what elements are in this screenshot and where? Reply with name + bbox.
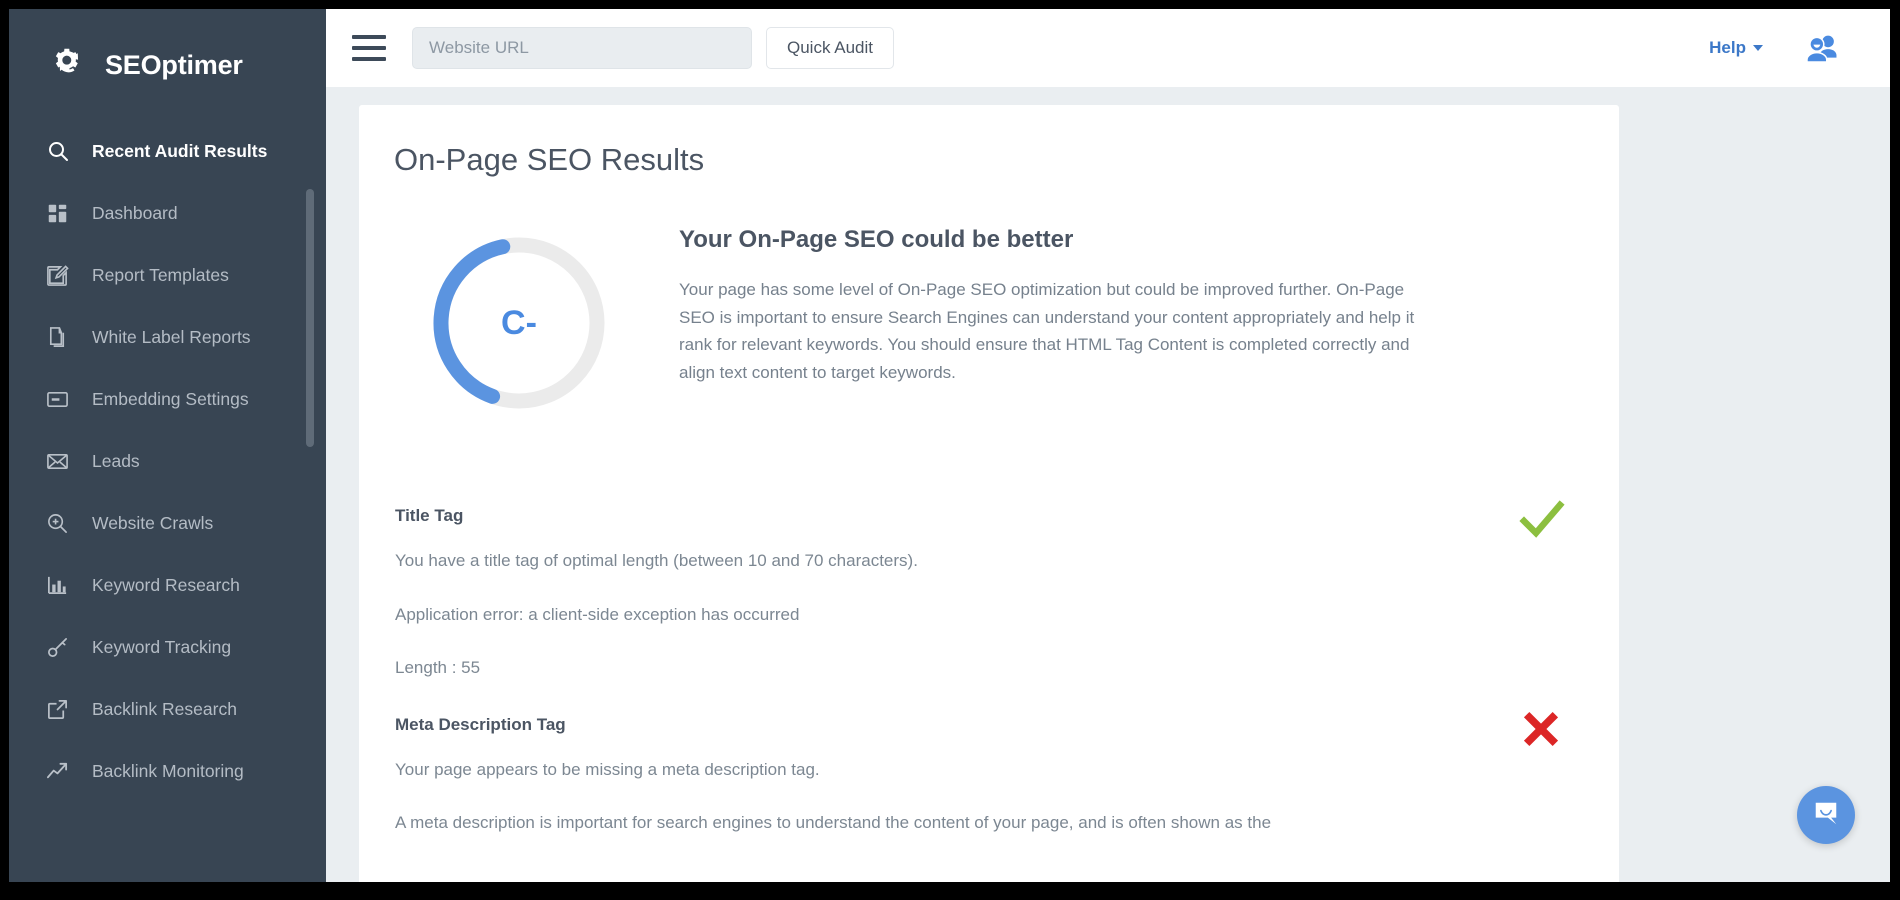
brand-logo[interactable]: SEOptimer [9, 9, 326, 95]
check-item-title-tag: Title Tag You have a title tag of optima… [395, 506, 1573, 681]
envelope-icon [45, 449, 70, 474]
quick-audit-button[interactable]: Quick Audit [766, 27, 894, 69]
sidebar-item-label: Recent Audit Results [92, 141, 267, 162]
page-title: On-Page SEO Results [359, 105, 1619, 178]
search-input[interactable] [412, 27, 752, 69]
sidebar-item-label: Report Templates [92, 265, 229, 286]
window-icon [45, 387, 70, 412]
sidebar-item-white-label-reports[interactable]: White Label Reports [9, 306, 326, 368]
window-frame-bottom [0, 882, 1900, 900]
trending-up-icon [45, 759, 70, 784]
brand-name: SEOptimer [105, 50, 243, 81]
sidebar-item-label: Backlink Research [92, 699, 237, 720]
sidebar-scrollbar-thumb[interactable] [306, 189, 314, 447]
sidebar-item-embedding-settings[interactable]: Embedding Settings [9, 368, 326, 430]
results-card: On-Page SEO Results C- Your On-Page SEO … [359, 105, 1619, 882]
red-cross-icon [1519, 707, 1565, 753]
check-line: Your page appears to be missing a meta d… [395, 757, 1453, 783]
sidebar: SEOptimer Recent Audit Results Dashboard [9, 9, 326, 882]
sidebar-item-label: Dashboard [92, 203, 178, 224]
sidebar-scrollbar-track[interactable] [312, 89, 320, 882]
sidebar-item-dashboard[interactable]: Dashboard [9, 182, 326, 244]
main-content: On-Page SEO Results C- Your On-Page SEO … [326, 87, 1891, 882]
sidebar-item-label: Leads [92, 451, 140, 472]
sidebar-item-label: Website Crawls [92, 513, 213, 534]
score-grade: C- [428, 232, 610, 414]
check-line: A meta description is important for sear… [395, 810, 1453, 836]
sidebar-item-label: Embedding Settings [92, 389, 249, 410]
sidebar-item-label: White Label Reports [92, 327, 251, 348]
hamburger-icon[interactable] [352, 35, 386, 61]
sidebar-item-backlink-monitoring[interactable]: Backlink Monitoring [9, 740, 326, 802]
bar-chart-icon [45, 573, 70, 598]
score-summary: C- Your On-Page SEO could be better Your… [359, 178, 1619, 414]
help-label: Help [1709, 38, 1746, 58]
window-frame-right [1890, 0, 1900, 900]
help-menu[interactable]: Help [1709, 38, 1763, 58]
grid-icon [45, 201, 70, 226]
search-icon [45, 139, 70, 164]
sidebar-item-report-templates[interactable]: Report Templates [9, 244, 326, 306]
key-icon [45, 635, 70, 660]
chat-bubble-smile-icon [1812, 799, 1840, 832]
score-gauge-wrap: C- [359, 226, 679, 414]
documents-icon [45, 325, 70, 350]
top-bar-right: Help [1709, 34, 1891, 62]
pencil-square-icon [45, 263, 70, 288]
sidebar-item-recent-audit-results[interactable]: Recent Audit Results [9, 120, 326, 182]
top-bar: Quick Audit Help [326, 9, 1891, 87]
green-check-icon [1519, 498, 1565, 544]
sidebar-item-label: Backlink Monitoring [92, 761, 244, 782]
sidebar-item-leads[interactable]: Leads [9, 430, 326, 492]
summary-body: Your page has some level of On-Page SEO … [679, 276, 1431, 386]
check-title: Meta Description Tag [395, 715, 1453, 735]
check-line: Length : 55 [395, 655, 1453, 681]
sidebar-nav: Recent Audit Results Dashboard Report Te… [9, 120, 326, 802]
window-frame-top [0, 0, 1900, 9]
sidebar-item-website-crawls[interactable]: Website Crawls [9, 492, 326, 554]
check-line: You have a title tag of optimal length (… [395, 548, 1453, 574]
magnifier-plus-icon [45, 511, 70, 536]
check-line: Application error: a client-side excepti… [395, 602, 1453, 628]
sidebar-item-label: Keyword Tracking [92, 637, 231, 658]
summary-text-col: Your On-Page SEO could be better Your pa… [679, 226, 1619, 414]
window-frame-left [0, 0, 9, 900]
score-gauge: C- [428, 232, 610, 414]
external-link-icon [45, 697, 70, 722]
chat-launcher-button[interactable] [1797, 786, 1855, 844]
chevron-down-icon [1753, 45, 1763, 51]
check-title: Title Tag [395, 506, 1453, 526]
sidebar-item-backlink-research[interactable]: Backlink Research [9, 678, 326, 740]
app-screen: SEOptimer Recent Audit Results Dashboard [0, 0, 1900, 900]
sidebar-item-keyword-tracking[interactable]: Keyword Tracking [9, 616, 326, 678]
gear-logo-icon [49, 43, 93, 87]
summary-heading: Your On-Page SEO could be better [679, 226, 1573, 254]
check-item-meta-description-tag: Meta Description Tag Your page appears t… [395, 715, 1573, 836]
users-avatar-icon[interactable] [1805, 34, 1839, 62]
sidebar-item-keyword-research[interactable]: Keyword Research [9, 554, 326, 616]
sidebar-item-label: Keyword Research [92, 575, 240, 596]
checks-list: Title Tag You have a title tag of optima… [359, 414, 1619, 836]
